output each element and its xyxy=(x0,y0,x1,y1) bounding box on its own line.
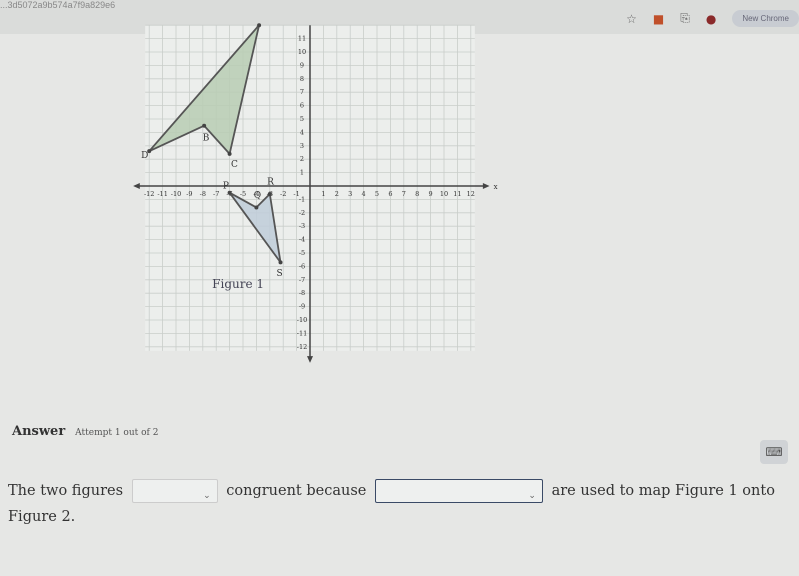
y-tick-label: 5 xyxy=(300,115,304,123)
y-tick-label: -8 xyxy=(299,289,305,297)
y-tick-label: 4 xyxy=(300,128,304,136)
answer-sentence: The two figures ⌄ congruent because ⌄ ar… xyxy=(8,478,788,530)
x-tick-label: 8 xyxy=(415,190,419,198)
y-tick-label: -9 xyxy=(299,303,305,311)
x-tick-label: 2 xyxy=(335,190,339,198)
y-tick-label: 8 xyxy=(300,75,304,83)
congruence-dropdown[interactable]: ⌄ xyxy=(131,479,218,503)
x-tick-label: -7 xyxy=(213,190,219,198)
x-tick-label: 12 xyxy=(467,190,475,198)
y-tick-label: 1 xyxy=(300,169,304,177)
x-tick-label: 9 xyxy=(429,190,433,198)
x-tick-label: 5 xyxy=(375,190,379,198)
y-tick-label: -7 xyxy=(299,276,305,284)
vertex-point xyxy=(278,260,283,265)
y-axis-arrow-down xyxy=(307,356,313,363)
vertex-label-p: P xyxy=(223,182,229,192)
keyboard-button[interactable]: ⌨ xyxy=(760,440,788,464)
x-tick-label: -11 xyxy=(157,190,167,198)
figure-caption: Figure 1 xyxy=(212,277,264,291)
sentence-part2: congruent because xyxy=(226,483,367,499)
y-tick-label: 10 xyxy=(298,48,306,56)
y-tick-label: -1 xyxy=(299,195,305,203)
y-tick-label: 3 xyxy=(300,142,304,150)
y-tick-label: 6 xyxy=(300,102,304,110)
y-tick-label: -10 xyxy=(297,316,307,324)
y-tick-label: -4 xyxy=(299,236,305,244)
x-tick-label: -5 xyxy=(240,190,246,198)
y-tick-label: -12 xyxy=(297,343,307,351)
vertex-point xyxy=(202,123,207,128)
x-axis-arrow-right xyxy=(482,183,490,189)
y-tick-label: -2 xyxy=(299,209,305,217)
vertex-label-d: D xyxy=(141,151,148,161)
transformation-dropdown[interactable]: ⌄ xyxy=(374,479,543,503)
x-axis-label: x xyxy=(494,183,498,191)
chevron-down-icon: ⌄ xyxy=(203,491,211,501)
x-tick-label: 10 xyxy=(440,190,448,198)
x-tick-label: 1 xyxy=(321,190,325,198)
vertex-point xyxy=(267,192,272,197)
x-tick-label: 7 xyxy=(402,190,406,198)
x-tick-label: 4 xyxy=(362,190,366,198)
attempt-counter: Attempt 1 out of 2 xyxy=(75,428,159,438)
vertex-point xyxy=(257,23,262,28)
x-axis-arrow-left xyxy=(133,183,140,189)
x-tick-label: -9 xyxy=(186,190,192,198)
y-tick-label: -11 xyxy=(297,329,307,337)
y-tick-label: -5 xyxy=(299,249,305,257)
x-tick-label: 3 xyxy=(348,190,352,198)
y-tick-label: -6 xyxy=(299,262,305,270)
y-tick-label: 2 xyxy=(300,155,304,163)
x-tick-label: 11 xyxy=(453,190,461,198)
answer-label: Answer xyxy=(12,424,66,439)
vertex-point xyxy=(227,151,232,156)
vertex-label-r: R xyxy=(267,178,274,188)
vertex-label-c: C xyxy=(231,160,238,170)
sentence-part1: The two figures xyxy=(8,483,124,499)
vertex-label-q: Q xyxy=(254,191,261,201)
vertex-label-b: B xyxy=(203,133,210,143)
x-tick-label: -8 xyxy=(200,190,206,198)
vertex-point xyxy=(254,205,259,210)
x-tick-label: -12 xyxy=(144,190,154,198)
y-tick-label: 9 xyxy=(300,61,304,69)
coordinate-graph: x-12-11-10-9-8-7-6-5-4-3-2-1123456789101… xyxy=(133,23,498,363)
y-tick-label: 11 xyxy=(298,35,306,43)
x-tick-label: -10 xyxy=(171,190,181,198)
chevron-down-icon: ⌄ xyxy=(528,491,536,501)
y-tick-label: -3 xyxy=(299,222,305,230)
y-tick-label: 7 xyxy=(300,88,304,96)
vertex-label-s: S xyxy=(277,269,283,279)
x-tick-label: -2 xyxy=(280,190,286,198)
x-tick-label: 6 xyxy=(388,190,392,198)
keyboard-icon: ⌨ xyxy=(765,445,783,459)
